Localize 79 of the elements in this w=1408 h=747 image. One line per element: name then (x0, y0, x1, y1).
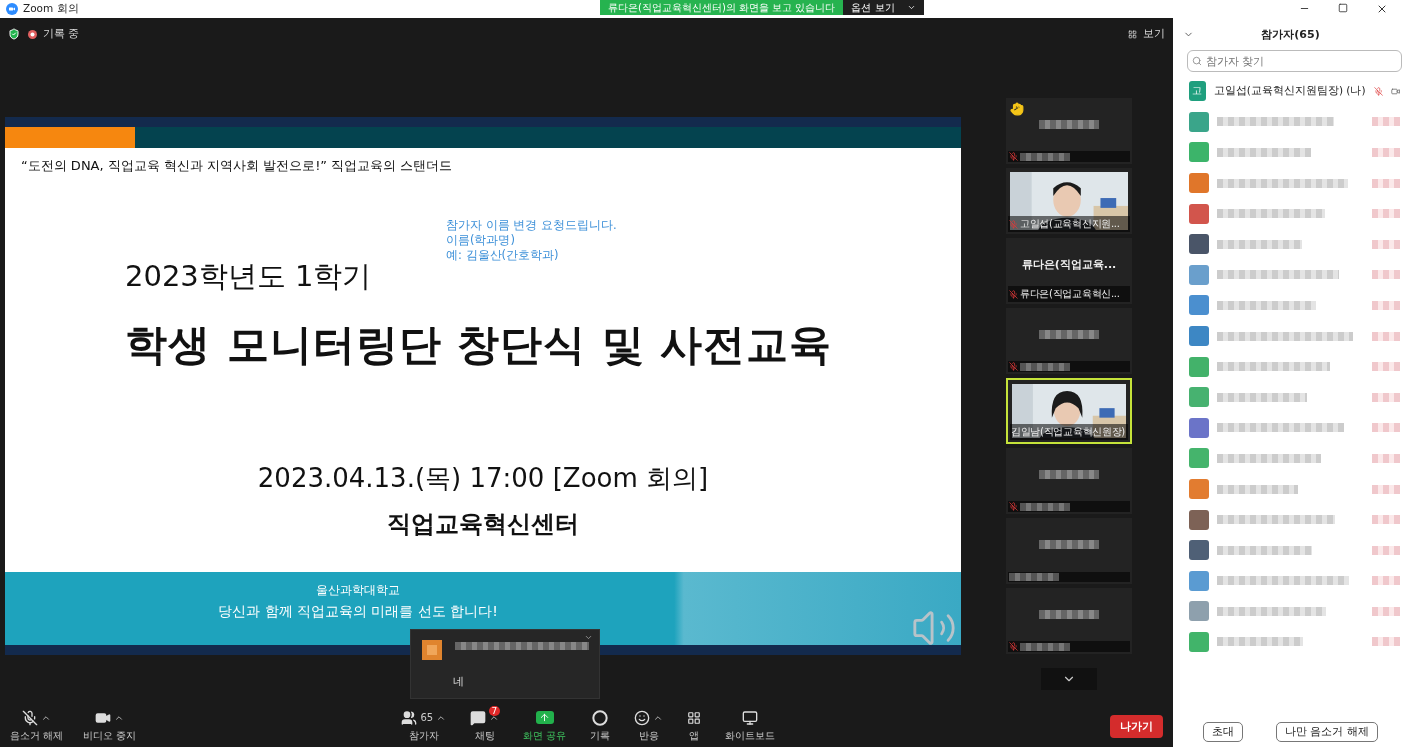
avatar (422, 640, 442, 660)
blurred-name (1039, 469, 1099, 479)
blurred-status (1372, 300, 1400, 310)
blurred-name (1020, 502, 1070, 511)
tile-name: 류다은(직업교육... (1021, 256, 1117, 272)
slide-title: 학생 모니터링단 창단식 및 사전교육 (125, 319, 834, 371)
window-title: Zoom 회의 (23, 2, 79, 16)
slogan-text: 당신과 함께 직업교육의 미래를 선도 합니다! (218, 603, 498, 621)
grid-icon (1128, 29, 1137, 39)
apps-icon (687, 710, 702, 725)
blurred-name (1020, 152, 1070, 161)
participant-name: 고일섭(교육혁신지원... (1020, 217, 1120, 231)
blurred-status (1372, 576, 1400, 586)
invite-button[interactable]: 초대 (1203, 722, 1244, 742)
shield-icon (8, 28, 20, 40)
mic-button[interactable]: 음소거 해제 (10, 709, 64, 743)
blurred-name (1020, 362, 1070, 371)
panel-title: 참가자(65) (1261, 26, 1320, 42)
slide-tagline: “도전의 DNA, 직업교육 혁신과 지역사회 발전으로!” 직업교육의 스탠더드 (21, 157, 454, 175)
smiley-icon (634, 709, 651, 726)
leave-button[interactable]: 나가기 (1110, 714, 1163, 738)
record-icon (592, 709, 609, 726)
options-button[interactable]: 옵션 보기 (843, 0, 924, 15)
blurred-status (1372, 606, 1400, 616)
avatar: 고 (1189, 81, 1206, 102)
blurred-name (1039, 329, 1099, 339)
blurred-name (1009, 573, 1059, 581)
slide-organization: 직업교육혁신센터 (386, 509, 580, 540)
chat-message: 네 (453, 674, 464, 689)
blurred-name (1020, 642, 1070, 651)
zoom-logo-icon (6, 3, 18, 15)
slide-date: 2023.04.13.(목) 17:00 [Zoom 회의] (256, 462, 710, 495)
view-button[interactable]: 보기 (1128, 27, 1165, 41)
people-icon (401, 709, 418, 726)
sharing-banner: 류다은(직업교육혁신센터)의 화면을 보고 있습니다 (600, 0, 844, 15)
mic-off-icon (22, 709, 39, 726)
blurred-status (1372, 331, 1400, 341)
blurred-status (1372, 148, 1400, 157)
mic-off-icon (1373, 85, 1383, 97)
annotation-text: 참가자 이름 변경 요청드립니다. 이름(학과명) 예: 김울산(간호학과) (446, 218, 617, 263)
blurred-status (1372, 239, 1400, 249)
blurred-status (1372, 178, 1400, 188)
search-icon (1192, 56, 1202, 66)
participants-button[interactable]: 65 참가자 (401, 709, 447, 743)
blurred-name (1039, 609, 1099, 619)
participant-name: 류다은(직업교육혁신... (1020, 287, 1120, 301)
blurred-status (1372, 362, 1400, 372)
reactions-button[interactable]: 반응 (634, 709, 664, 743)
blurred-status (1372, 545, 1400, 555)
recording-indicator: 기록 중 (28, 27, 80, 41)
apps-button[interactable]: 앱 (687, 709, 702, 743)
caret-icon[interactable] (584, 633, 593, 642)
whiteboard-icon (742, 709, 759, 726)
blurred-status (1372, 423, 1400, 433)
blurred-status (1372, 270, 1400, 280)
caret-icon[interactable] (906, 3, 916, 12)
search-field[interactable]: 참가자 찾기 (1187, 50, 1402, 72)
participant-name: 김일남(직업교육혁신원장) (1011, 425, 1125, 439)
blurred-status (1372, 392, 1400, 402)
school-name: 울산과학대학교 (316, 582, 400, 599)
blurred-name (1039, 119, 1099, 129)
blurred-status (1372, 515, 1400, 525)
blurred-status (1372, 117, 1400, 127)
participant-name: 고일섭(교육혁신지원팀장) (나) (1213, 84, 1366, 99)
whiteboard-button[interactable]: 화이트보드 (725, 709, 776, 743)
video-button[interactable]: 비디오 중지 (83, 709, 137, 743)
chat-icon (470, 709, 487, 726)
slide-subtitle: 2023학년도 1학기 (125, 258, 373, 295)
unmute-self-button[interactable]: 나만 음소거 해제 (1276, 722, 1378, 742)
blurred-status (1372, 484, 1400, 494)
unread-badge: 7 (488, 705, 501, 716)
blurred-status (1372, 453, 1400, 463)
record-button[interactable]: 기록 (590, 709, 611, 743)
blurred-status (1372, 209, 1400, 219)
blurred-name (1039, 539, 1099, 549)
share-button[interactable]: 화면 공유 (523, 709, 567, 743)
blurred-status (1372, 637, 1400, 647)
close-icon[interactable] (1376, 3, 1388, 15)
maximize-icon[interactable] (1338, 3, 1348, 13)
